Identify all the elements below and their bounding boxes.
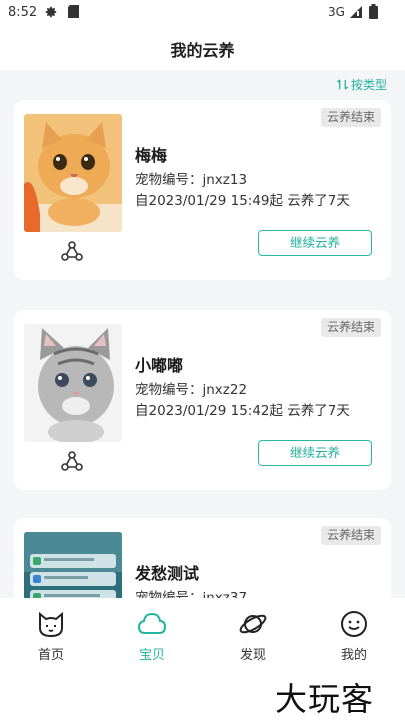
pet-name: 梅梅 [135,146,168,165]
pet-number: 宠物编号：jnxz13 [135,172,248,188]
tab-home[interactable]: 首页 [21,608,81,663]
sd-card-icon [68,5,79,18]
status-bar: 8:52 3G [0,0,405,26]
cat-face-icon [39,611,63,638]
signal-icon [350,6,362,18]
continue-adopt-button[interactable]: 继续云养 [258,230,372,256]
tab-label: 首页 [37,648,64,663]
sort-arrows-icon [336,79,349,90]
status-badge: 云养结束 [320,108,381,127]
pet-photo [24,532,122,598]
status-time: 8:52 [8,5,38,20]
pet-card[interactable]: 云养结束 发愁测试 宠物编号：jnxz37 [14,518,391,598]
pet-photo [24,114,122,232]
network-type: 3G [328,5,345,19]
pet-card[interactable]: 云养结束 小嘟嘟 宠物编号：jnxz22 自2023/01/29 15:42起 … [14,310,391,490]
tab-label: 发现 [239,648,266,663]
gear-icon [45,6,57,18]
tab-label: 我的 [340,648,367,663]
page-title: 我的云养 [170,41,235,60]
battery-icon [369,4,378,19]
pet-name: 小嘟嘟 [135,356,184,375]
pet-number: 宠物编号：jnxz22 [135,382,248,398]
tab-pets[interactable]: 宝贝 [122,608,182,663]
adoption-duration: 自2023/01/29 15:42起 云养了7天 [135,403,350,419]
smiley-icon [341,611,367,637]
pet-number: 宠物编号：jnxz37 [135,590,248,598]
pet-photo [24,324,122,442]
tab-discover[interactable]: 发现 [223,608,283,663]
continue-adopt-button[interactable]: 继续云养 [258,440,372,466]
planet-icon [239,614,267,634]
pet-list[interactable]: 按类型 云养结束 梅梅 宠物编号：jnxz13 自2023/01/29 15:4… [0,70,405,598]
bottom-tab-bar: 首页 宝贝 发现 我的 [0,598,405,672]
share-icon[interactable] [61,240,83,262]
share-icon[interactable] [61,450,83,472]
pet-name: 发愁测试 [135,564,200,583]
sort-by-type-button[interactable]: 按类型 [336,76,387,93]
adoption-duration: 自2023/01/29 15:49起 云养了7天 [135,193,350,209]
cloud-icon [137,612,167,634]
header: 我的云养 [0,26,405,70]
pet-card[interactable]: 云养结束 梅梅 宠物编号：jnxz13 自2023/01/29 15:49起 云… [14,100,391,280]
tab-label: 宝贝 [138,648,165,663]
status-badge: 云养结束 [320,526,381,545]
sort-label: 按类型 [350,78,387,92]
tab-profile[interactable]: 我的 [324,608,384,663]
status-badge: 云养结束 [320,318,381,337]
watermark: 大玩客 [275,680,375,718]
